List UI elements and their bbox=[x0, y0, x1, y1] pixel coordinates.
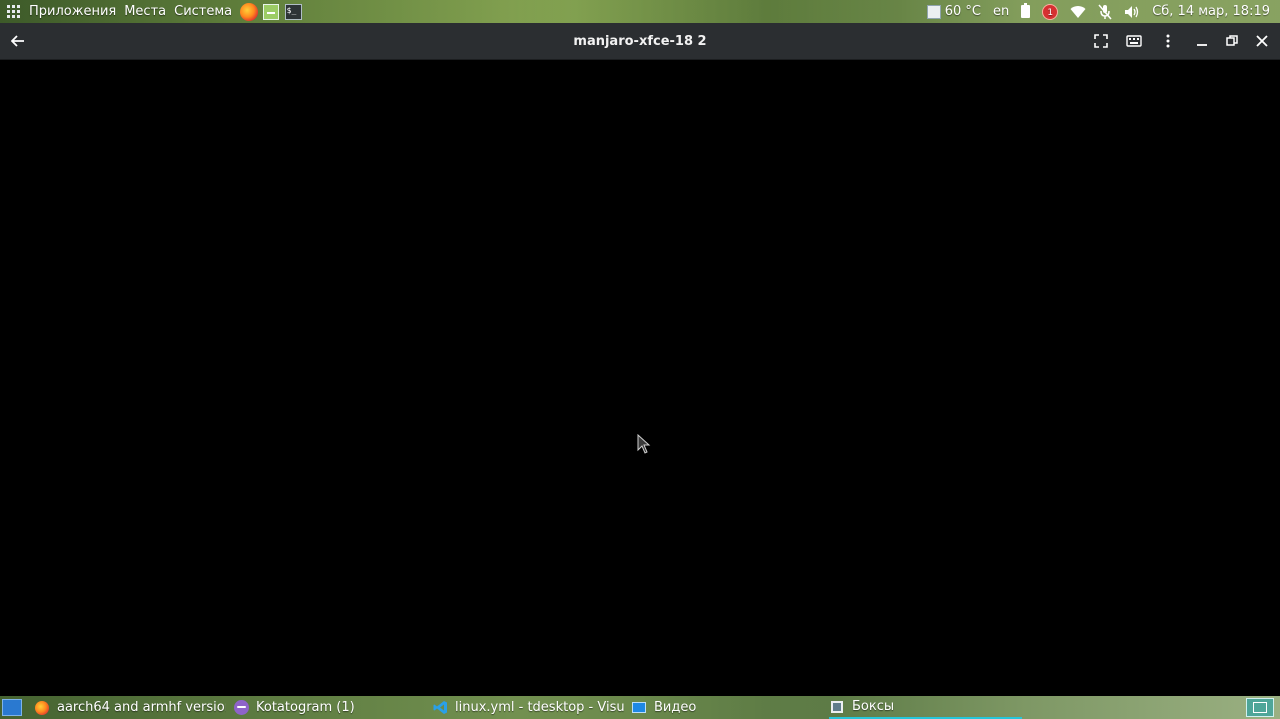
firefox-icon bbox=[34, 700, 50, 716]
mouse-pointer-icon bbox=[637, 434, 651, 454]
firefox-icon bbox=[240, 2, 259, 21]
close-button[interactable] bbox=[1250, 29, 1274, 53]
task-firefox[interactable]: aarch64 and armhf version ... bbox=[34, 696, 226, 719]
battery-icon bbox=[1021, 3, 1031, 18]
fullscreen-button[interactable] bbox=[1089, 29, 1113, 53]
workspace-switcher[interactable] bbox=[1246, 698, 1274, 717]
menu-system[interactable]: Система bbox=[174, 4, 232, 19]
task-boxes[interactable]: Боксы bbox=[829, 696, 1022, 719]
task-vscode[interactable]: linux.yml - tdesktop - Visua... bbox=[432, 696, 625, 719]
menu-places[interactable]: Места bbox=[124, 4, 166, 19]
minimize-button[interactable] bbox=[1190, 29, 1214, 53]
keyboard-icon bbox=[1126, 35, 1142, 47]
virtual-machine-display[interactable] bbox=[0, 60, 1280, 696]
microphone-muted-icon bbox=[1098, 4, 1112, 19]
microphone-indicator[interactable] bbox=[1098, 4, 1112, 20]
clock-label: Сб, 14 мар, 18:19 bbox=[1152, 4, 1270, 19]
boxes-window: manjaro-xfce-18 2 bbox=[0, 23, 1280, 696]
menu-button[interactable] bbox=[1156, 29, 1180, 53]
task-label: Боксы bbox=[852, 699, 895, 714]
task-label: Видео bbox=[654, 700, 697, 715]
system-tray: 60 °C en 1 Сб, 14 мар, 18:19 bbox=[926, 0, 1280, 23]
minimize-icon bbox=[1197, 44, 1207, 46]
maximize-button[interactable] bbox=[1220, 29, 1244, 53]
battery-indicator[interactable] bbox=[1021, 3, 1031, 18]
task-video-folder[interactable]: Видео bbox=[631, 696, 823, 719]
keyboard-layout-label: en bbox=[992, 4, 1010, 19]
speaker-icon bbox=[1125, 5, 1139, 18]
menu-applications[interactable]: Приложения bbox=[29, 4, 116, 19]
kotatogram-icon bbox=[233, 700, 249, 716]
header-bar: manjaro-xfce-18 2 bbox=[0, 23, 1280, 60]
cpu-temperature-icon bbox=[926, 4, 941, 19]
temperature-value: 60 °C bbox=[944, 4, 981, 19]
volume-indicator[interactable] bbox=[1124, 5, 1140, 19]
task-label: Kotatogram (1) bbox=[256, 700, 355, 715]
task-label: linux.yml - tdesktop - Visua... bbox=[455, 700, 625, 715]
boxes-icon bbox=[829, 699, 845, 715]
restore-icon bbox=[1226, 35, 1238, 46]
back-button[interactable] bbox=[6, 29, 30, 53]
vertical-dots-icon bbox=[1166, 34, 1170, 48]
network-indicator[interactable] bbox=[1070, 5, 1086, 19]
task-label: aarch64 and armhf version ... bbox=[57, 700, 226, 715]
applications-grid-icon[interactable] bbox=[7, 4, 21, 19]
notifications-indicator[interactable]: 1 bbox=[1042, 3, 1059, 20]
video-folder-icon bbox=[631, 700, 647, 716]
clock[interactable]: Сб, 14 мар, 18:19 bbox=[1152, 4, 1270, 19]
terminal-launcher[interactable]: $_ bbox=[284, 3, 302, 21]
wifi-icon bbox=[1070, 5, 1086, 18]
notification-badge: 1 bbox=[1042, 3, 1059, 20]
bottom-taskbar: aarch64 and armhf version ... Kotatogram… bbox=[0, 696, 1280, 719]
vscode-icon bbox=[432, 700, 448, 716]
firefox-launcher[interactable] bbox=[240, 2, 259, 21]
temperature-indicator[interactable]: 60 °C bbox=[926, 4, 981, 19]
keyboard-layout-indicator[interactable]: en bbox=[993, 4, 1009, 19]
window-title: manjaro-xfce-18 2 bbox=[573, 34, 707, 49]
top-panel: Приложения Места Система $_ 60 °C en 1 С… bbox=[0, 0, 1280, 23]
close-icon bbox=[1256, 35, 1268, 47]
text-editor-icon bbox=[263, 3, 280, 20]
keyboard-button[interactable] bbox=[1122, 29, 1146, 53]
workspace-icon bbox=[1253, 702, 1267, 713]
show-desktop-button[interactable] bbox=[2, 699, 22, 716]
fullscreen-icon bbox=[1094, 34, 1108, 48]
text-editor-launcher[interactable] bbox=[262, 3, 280, 21]
back-arrow-icon bbox=[11, 35, 24, 47]
task-kotatogram[interactable]: Kotatogram (1) bbox=[233, 696, 425, 719]
terminal-icon: $_ bbox=[284, 3, 302, 20]
